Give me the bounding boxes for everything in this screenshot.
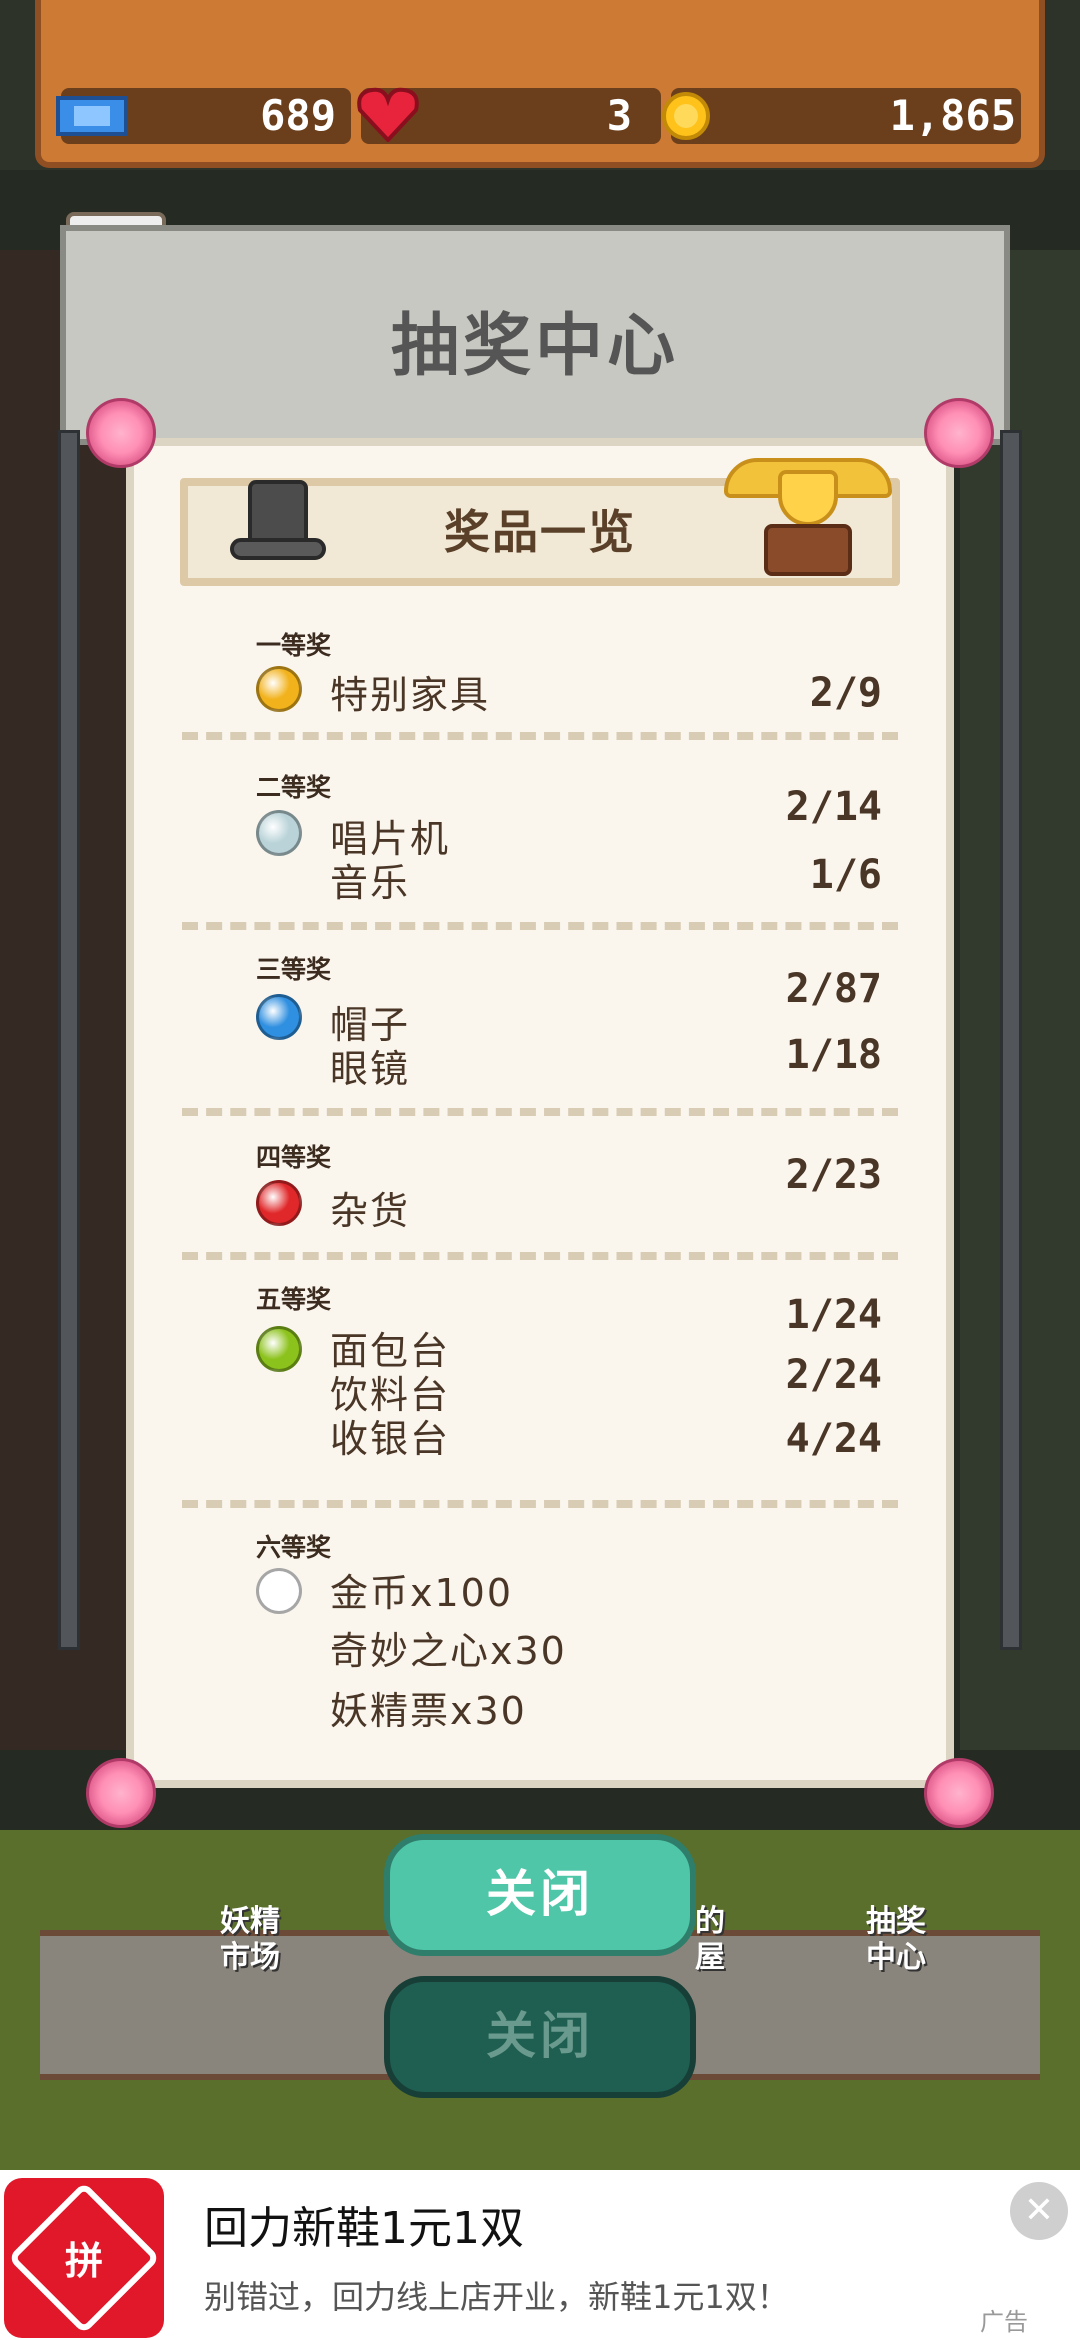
green-gem-icon (256, 1326, 302, 1372)
tier-label: 五等奖 (256, 1285, 332, 1314)
prize-name: 眼镜 (330, 1047, 411, 1091)
tier-label: 二等奖 (256, 773, 332, 802)
prize-name: 妖精票x30 (330, 1689, 527, 1733)
white-gem-icon (256, 1568, 302, 1614)
prize-count: 4/24 (785, 1416, 882, 1462)
trophy-icon (724, 446, 892, 580)
prize-count: 1/6 (809, 852, 882, 898)
prize-count: 2/14 (785, 784, 882, 830)
prize-name: 金币x100 (330, 1571, 514, 1615)
ad-tag: 广告 (980, 2308, 1028, 2336)
ad-description[interactable]: 别错过，回力线上店开业，新鞋1元1双！ (204, 2272, 789, 2318)
fairy-market-shop[interactable]: 妖精 市场 (200, 1904, 300, 1976)
tier-label: 一等奖 (256, 631, 332, 660)
tier-label: 三等奖 (256, 955, 332, 984)
prize-name: 杂货 (330, 1189, 411, 1233)
close-icon[interactable]: ✕ (1010, 2182, 1068, 2240)
tier-label: 六等奖 (256, 1533, 332, 1562)
tier-label: 四等奖 (256, 1143, 332, 1172)
prize-name: 特别家具 (330, 673, 491, 717)
blue-gem-icon (256, 994, 302, 1040)
prize-name: 收银台 (330, 1417, 451, 1461)
divider (182, 1108, 898, 1116)
close-button-duplicate[interactable]: 关闭 (384, 1976, 696, 2098)
heart-icon (357, 87, 419, 142)
coin-count: 1,865 (889, 91, 1016, 140)
prize-count: 2/9 (809, 670, 882, 716)
heart-count: 3 (606, 91, 632, 140)
ad-banner[interactable]: 拼 回力新鞋1元1双 别错过，回力线上店开业，新鞋1元1双！ ✕ (0, 2170, 1080, 2340)
divider (182, 922, 898, 930)
flower-icon (924, 1758, 994, 1828)
ad-title[interactable]: 回力新鞋1元1双 (204, 2192, 524, 2256)
prize-count: 2/87 (785, 966, 882, 1012)
flower-icon (924, 398, 994, 468)
prize-count: 1/18 (785, 1032, 882, 1078)
close-button[interactable]: 关闭 (384, 1834, 696, 1956)
divider (182, 1500, 898, 1508)
prize-count: 2/24 (785, 1352, 882, 1398)
ticket-count: 689 (260, 91, 336, 140)
silver-gem-icon (256, 810, 302, 856)
gold-gem-icon (256, 666, 302, 712)
pinduoduo-logo-icon[interactable]: 拼 (4, 2178, 164, 2338)
stall-title: 抽奖中心 (390, 307, 679, 386)
flower-icon (86, 1758, 156, 1828)
red-gem-icon (256, 1180, 302, 1226)
prize-name: 音乐 (330, 861, 411, 905)
lottery-center-shop[interactable]: 抽奖 中心 (846, 1904, 946, 1976)
divider (182, 1252, 898, 1260)
divider (182, 732, 898, 740)
stall-pole-right (1000, 430, 1022, 1650)
prize-count: 2/23 (785, 1152, 882, 1198)
prize-count: 1/24 (785, 1292, 882, 1338)
coin-icon (662, 92, 710, 140)
ad-logo-char: 拼 (64, 2239, 103, 2283)
flower-icon (86, 398, 156, 468)
stall-pole-left (58, 430, 80, 1650)
top-hat-icon (230, 480, 326, 572)
prize-name: 奇妙之心x30 (330, 1629, 567, 1673)
